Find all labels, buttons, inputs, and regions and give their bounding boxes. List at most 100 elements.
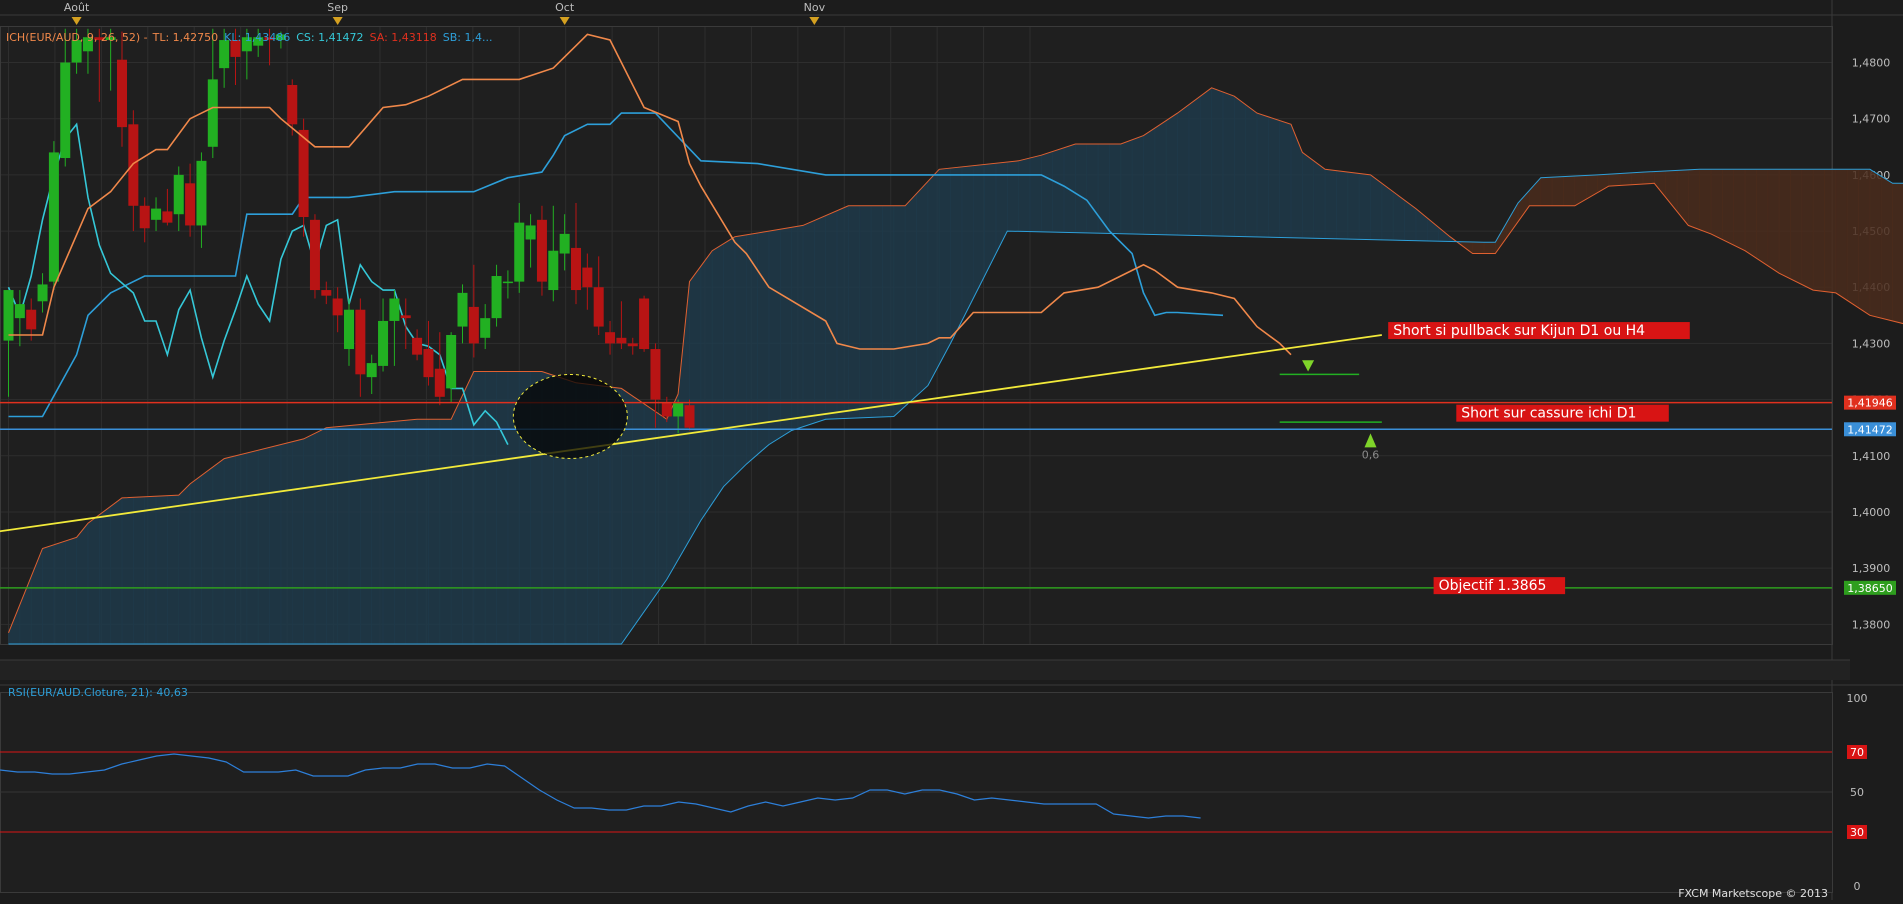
candle-body <box>333 298 343 315</box>
kumo-segment <box>1620 173 1631 186</box>
kumo-segment <box>1314 161 1325 239</box>
kumo-segment <box>428 419 439 644</box>
kumo-segment <box>928 169 939 385</box>
candle-body <box>287 85 297 124</box>
kumo-segment <box>951 167 962 344</box>
candle-body <box>26 310 36 330</box>
kumo-segment <box>837 206 848 419</box>
indicator-legend-item: TL: 1,42750 <box>152 31 219 44</box>
kumo-segment <box>1893 183 1903 323</box>
kumo-segment <box>826 211 837 420</box>
candle-body <box>140 206 150 228</box>
kumo-segment <box>1859 169 1870 315</box>
candle-body <box>174 175 184 214</box>
kumo-segment <box>1541 177 1552 206</box>
kumo-segment <box>1041 151 1052 232</box>
kumo-segment <box>1779 169 1790 279</box>
candle-body <box>4 290 14 341</box>
y-tick-label: 1,3800 <box>1852 618 1891 631</box>
range-value-label: 0,6 <box>1362 449 1380 462</box>
kumo-segment <box>1280 121 1291 238</box>
y-tick-label: 1,4000 <box>1852 506 1891 519</box>
chart-window: AoûtSepOctNov1,48001,47001,46001,45001,4… <box>0 0 1903 900</box>
candle-body <box>662 402 672 416</box>
candle-body <box>162 211 172 222</box>
y-tick-label: 1,4800 <box>1852 57 1891 70</box>
kumo-segment <box>1711 169 1722 239</box>
kumo-segment <box>99 506 110 644</box>
rsi-tick-label: 30 <box>1850 826 1864 839</box>
kumo-segment <box>77 523 88 644</box>
month-label: Août <box>64 1 90 14</box>
kumo-segment <box>349 425 360 644</box>
candle-body <box>514 223 524 282</box>
candle-body <box>526 225 536 239</box>
kumo-segment <box>440 419 451 644</box>
candle-body <box>685 405 695 427</box>
candle-body <box>15 304 25 318</box>
candle-body <box>49 152 59 281</box>
kumo-segment <box>304 433 315 644</box>
kumo-segment <box>803 221 814 427</box>
candle-body <box>628 343 638 346</box>
kumo-segment <box>201 467 212 644</box>
candle-body <box>594 287 604 326</box>
kumo-segment <box>871 206 882 418</box>
indicator-legend: ICH(EUR/AUD, 9, 26, 52) -TL: 1,42750KL: … <box>6 31 493 44</box>
kumo-segment <box>1484 242 1495 253</box>
kumo-segment <box>1053 148 1064 233</box>
kumo-segment <box>1825 169 1836 293</box>
kumo-segment <box>769 229 780 444</box>
kumo-segment <box>224 456 235 644</box>
kumo-segment <box>1325 169 1336 239</box>
kumo-segment <box>315 428 326 644</box>
month-label: Nov <box>804 1 826 14</box>
candle-body <box>548 251 558 290</box>
price-chart[interactable]: AoûtSepOctNov1,48001,47001,46001,45001,4… <box>0 0 1903 900</box>
kumo-segment <box>281 442 292 644</box>
kumo-segment <box>758 231 769 454</box>
kumo-segment <box>1200 88 1211 236</box>
candle-body <box>582 268 592 288</box>
kumo-segment <box>1268 117 1279 238</box>
candle-body <box>401 315 411 318</box>
date-axis-bar <box>0 660 1850 680</box>
candle <box>639 296 649 352</box>
kumo-segment <box>1734 169 1745 250</box>
candle-body <box>208 79 218 146</box>
kumo-segment <box>406 419 417 644</box>
candle-body <box>185 183 195 225</box>
kumo-segment <box>1768 169 1779 273</box>
kumo-segment <box>1144 128 1155 234</box>
kumo-segment <box>1688 169 1699 229</box>
indicator-legend-prefix: ICH(EUR/AUD, 9, 26, 52) - <box>6 31 148 44</box>
rsi-tick-label: 0 <box>1854 880 1861 893</box>
kumo-segment <box>1348 172 1359 239</box>
candle-body <box>196 161 206 226</box>
candle-body <box>435 369 445 397</box>
candle-body <box>605 332 615 343</box>
kumo-segment <box>179 484 190 644</box>
candle-body <box>128 124 138 205</box>
kumo-segment <box>54 541 65 644</box>
kumo-segment <box>88 515 99 644</box>
kumo-segment <box>1382 183 1393 240</box>
y-tick-label: 1,4300 <box>1852 337 1891 350</box>
candle-body <box>423 349 433 377</box>
kumo-segment <box>1223 92 1234 236</box>
kumo-segment <box>360 423 371 644</box>
kumo-segment <box>1064 144 1075 233</box>
kumo-segment <box>326 427 337 644</box>
kumo-segment <box>792 225 803 430</box>
candle-body <box>299 130 309 217</box>
candle-body <box>219 40 229 68</box>
kumo-segment <box>1836 169 1847 300</box>
kumo-segment <box>1246 105 1257 237</box>
kumo-segment <box>1019 158 1030 232</box>
annotation-text: Short si pullback sur Kijun D1 ou H4 <box>1393 323 1645 339</box>
candle-body <box>389 298 399 320</box>
kumo-segment <box>1881 176 1892 321</box>
kumo-segment <box>1745 169 1756 258</box>
indicator-legend-item: SA: 1,43118 <box>370 31 437 44</box>
kumo-segment <box>292 439 303 644</box>
